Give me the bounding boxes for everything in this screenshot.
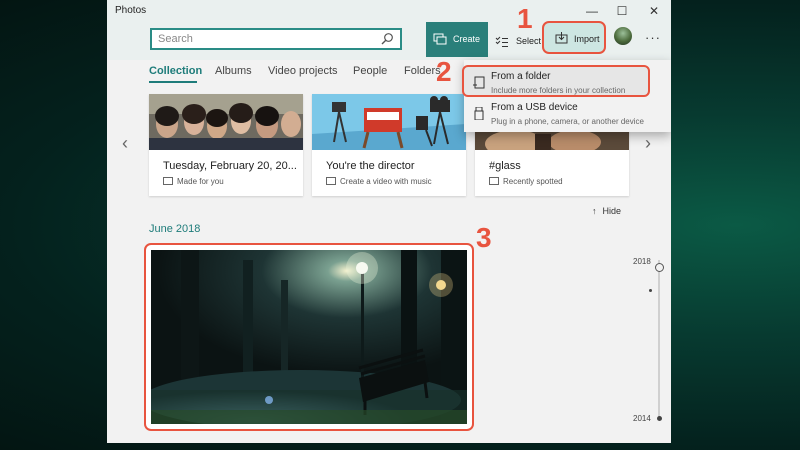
menu-item-from-usb[interactable]: From a USB device Plug in a phone, camer… bbox=[464, 98, 671, 130]
maximize-button[interactable]: ☐ bbox=[607, 3, 637, 21]
tab-albums[interactable]: Albums bbox=[215, 65, 252, 77]
timeline-year-top: 2018 bbox=[633, 257, 651, 266]
import-menu: From a folder Include more folders in yo… bbox=[462, 60, 671, 132]
toolbar: Search Create Select Import ··· bbox=[107, 21, 671, 60]
menu-item-from-folder[interactable]: From a folder Include more folders in yo… bbox=[462, 65, 650, 97]
menu-item-title: From a USB device bbox=[491, 102, 578, 113]
menu-item-title: From a folder bbox=[491, 71, 551, 82]
more-options-button[interactable]: ··· bbox=[645, 30, 661, 45]
card-thumbnail-group-photo bbox=[149, 94, 303, 150]
menu-item-subtitle: Include more folders in your collection bbox=[491, 86, 626, 95]
create-button[interactable]: Create bbox=[426, 22, 488, 57]
close-button[interactable]: ✕ bbox=[639, 3, 669, 21]
annotation-number-3: 3 bbox=[476, 222, 492, 253]
photo-tile[interactable] bbox=[144, 243, 474, 431]
active-tab-indicator bbox=[149, 81, 197, 83]
app-title: Photos bbox=[115, 5, 147, 16]
minimize-button[interactable]: — bbox=[577, 3, 607, 21]
tab-collection[interactable]: Collection bbox=[149, 65, 202, 77]
create-label: Create bbox=[453, 34, 481, 44]
tab-people[interactable]: People bbox=[353, 65, 387, 77]
timeline-marker bbox=[649, 289, 652, 292]
card-title: #glass bbox=[489, 160, 521, 172]
annotation-number-2: 2 bbox=[436, 56, 452, 87]
import-label: Import bbox=[574, 34, 600, 44]
tag-icon bbox=[489, 177, 499, 185]
video-icon bbox=[326, 177, 336, 185]
memory-card[interactable]: You're the director Create a video with … bbox=[312, 94, 466, 196]
month-heading: June 2018 bbox=[149, 223, 201, 235]
card-subtitle: Recently spotted bbox=[489, 177, 563, 186]
timeline-thumb[interactable] bbox=[655, 263, 664, 272]
timeline-scrubber[interactable] bbox=[658, 260, 660, 420]
menu-item-subtitle: Plug in a phone, camera, or another devi… bbox=[491, 117, 644, 126]
carousel-prev-button[interactable]: ‹ bbox=[122, 133, 128, 154]
timeline-end-marker bbox=[657, 416, 662, 421]
park-night-photo bbox=[151, 250, 467, 424]
annotation-number-1: 1 bbox=[517, 3, 533, 34]
hide-button[interactable]: ↑ Hide bbox=[592, 206, 621, 216]
folder-add-icon bbox=[473, 76, 485, 89]
timeline-year-bottom: 2014 bbox=[633, 414, 651, 423]
search-placeholder: Search bbox=[158, 33, 193, 45]
arrow-up-icon: ↑ bbox=[592, 206, 597, 216]
checklist-icon bbox=[495, 36, 508, 47]
album-icon bbox=[163, 177, 173, 185]
usb-device-icon bbox=[474, 107, 484, 120]
tab-video-projects[interactable]: Video projects bbox=[268, 65, 338, 77]
import-button[interactable]: Import bbox=[542, 21, 606, 54]
search-input[interactable]: Search bbox=[150, 28, 402, 50]
card-subtitle: Create a video with music bbox=[326, 177, 432, 186]
carousel-next-button[interactable]: › bbox=[645, 133, 651, 154]
select-label: Select bbox=[516, 36, 542, 46]
card-title: You're the director bbox=[326, 160, 415, 172]
card-thumbnail-director bbox=[312, 94, 466, 150]
card-subtitle: Made for you bbox=[163, 177, 224, 186]
card-title: Tuesday, February 20, 20... bbox=[163, 160, 297, 172]
memory-card[interactable]: Tuesday, February 20, 20... Made for you bbox=[149, 94, 303, 196]
avatar[interactable] bbox=[614, 27, 632, 45]
photos-window: Photos — ☐ ✕ Search Create Select Import… bbox=[107, 0, 671, 443]
create-icon bbox=[433, 33, 447, 45]
import-icon bbox=[555, 32, 568, 44]
search-icon bbox=[381, 33, 393, 45]
